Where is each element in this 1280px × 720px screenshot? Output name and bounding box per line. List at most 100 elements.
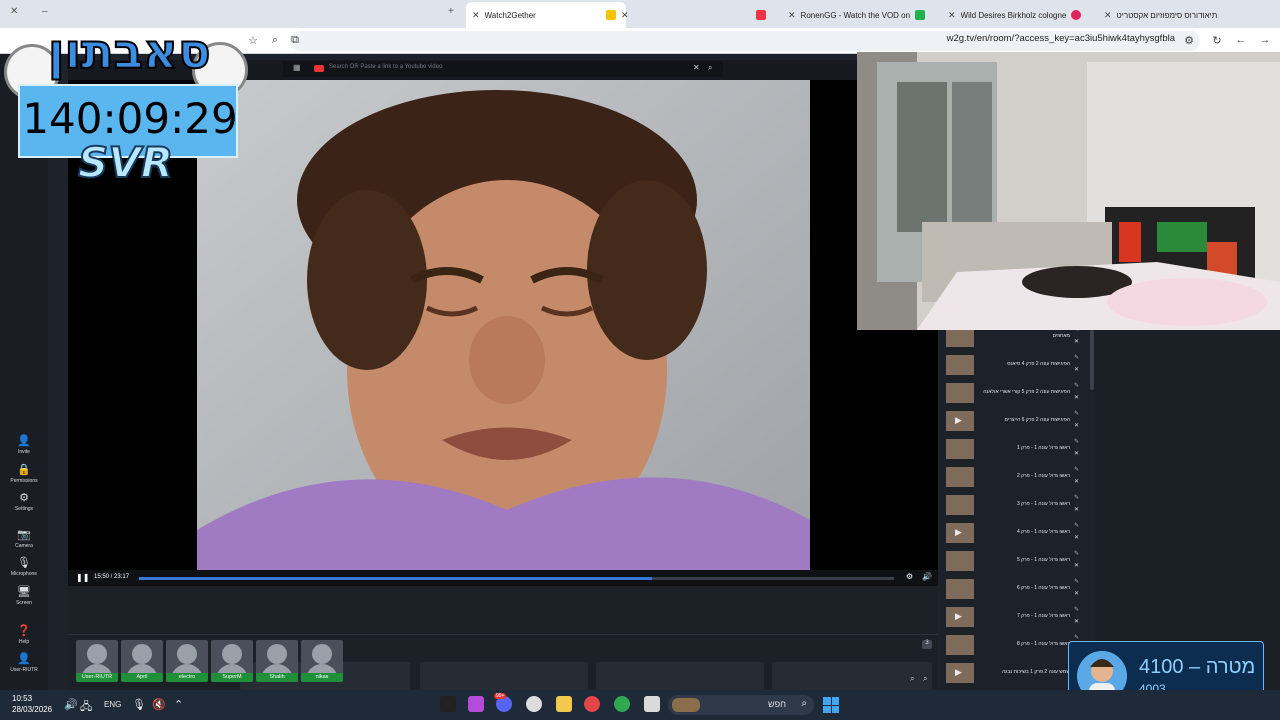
playlist-item[interactable]: ראשו גדול עונה 1 - פרק 2 ✎ ✕	[940, 464, 1090, 492]
playlist-thumbnail[interactable]	[946, 411, 974, 431]
back-icon[interactable]: ←	[1234, 34, 1248, 46]
playlist-item[interactable]: ראשו גדול עונה 1 - פרק 4 ✎ ✕	[940, 520, 1090, 548]
user-tile[interactable]: electro	[166, 640, 208, 682]
user-tile[interactable]: Shalih	[256, 640, 298, 682]
edit-icon[interactable]: ✎	[1074, 330, 1079, 333]
camera-button[interactable]: 📷 Camera	[0, 528, 48, 549]
remove-icon[interactable]: ✕	[1074, 394, 1079, 401]
clear-icon[interactable]: ✕	[693, 63, 700, 72]
playlist-item[interactable]: ראשו גדול עונה 1 - פרק 5 ✎ ✕	[940, 548, 1090, 576]
media-player-icon[interactable]	[526, 696, 542, 712]
site-settings-icon[interactable]: ⚙	[1182, 34, 1196, 47]
playlist-thumbnail[interactable]	[946, 579, 974, 599]
edit-icon[interactable]: ✎	[1074, 382, 1079, 389]
edit-icon[interactable]: ✎	[1074, 578, 1079, 585]
video-frame[interactable]	[197, 80, 810, 570]
taskbar-app-icon[interactable]	[468, 696, 484, 712]
chrome-icon[interactable]	[614, 696, 630, 712]
remove-icon[interactable]: ✕	[1074, 478, 1079, 485]
edit-icon[interactable]: ✎	[1074, 354, 1079, 361]
edit-icon[interactable]: ✎	[1074, 410, 1079, 417]
url-text[interactable]: w2g.tv/en/room/?access_key=ac3iu5hiwk4ta…	[947, 33, 1175, 44]
tab-close-icon[interactable]: ✕	[1104, 10, 1112, 21]
user-tile[interactable]: SuperM	[211, 640, 253, 682]
playlist-item[interactable]: מאחוזים ✎ ✕	[940, 330, 1090, 352]
forward-icon[interactable]: →	[1258, 34, 1272, 46]
video-search-input[interactable]: ▦ Search OR Paste a link to a Youtube vi…	[283, 61, 723, 77]
playlist-item[interactable]: הפיגישות עונה 2 פרק 4 סיאנס ✎ ✕	[940, 352, 1090, 380]
remove-icon[interactable]: ✕	[1074, 338, 1079, 345]
star-icon[interactable]: ☆	[246, 34, 260, 47]
video-slot[interactable]	[596, 662, 764, 690]
edit-icon[interactable]: ✎	[1074, 438, 1079, 445]
windows-start-icon[interactable]	[823, 697, 839, 713]
remove-icon[interactable]: ✕	[1074, 618, 1079, 625]
tab-w[interactable]: ✕	[600, 4, 640, 26]
tab-close-icon[interactable]: ✕	[621, 10, 629, 21]
settings-button[interactable]: ⚙ Settings	[0, 491, 48, 512]
user-tile[interactable]: User-RIUTR	[76, 640, 118, 682]
pause-icon[interactable]: ❚❚	[76, 573, 89, 582]
playlist-thumbnail[interactable]	[946, 523, 974, 543]
zoom-in-icon[interactable]: ⌕	[910, 674, 914, 684]
tab-wild-desires[interactable]: ✕ Wild Desires Birkholz cologne	[942, 4, 1094, 26]
invite-button[interactable]: 👤 Invite	[0, 434, 48, 455]
grid-icon[interactable]: ▦	[293, 63, 301, 72]
search-icon[interactable]: ⌕	[708, 63, 712, 73]
new-tab-icon[interactable]: +	[448, 6, 454, 17]
screen-button[interactable]: 🖥 Screen	[0, 585, 48, 606]
tab-close-icon[interactable]: ✕	[788, 10, 796, 21]
minimize-icon[interactable]: –	[42, 6, 48, 17]
chevron-up-icon[interactable]: ⌃	[174, 698, 183, 711]
playlist-thumbnail[interactable]	[946, 355, 974, 375]
playlist-thumbnail[interactable]	[946, 383, 974, 403]
remove-icon[interactable]: ✕	[1074, 534, 1079, 541]
edit-icon[interactable]: ✎	[1074, 466, 1079, 473]
playlist-item[interactable]: ראשו גדול עונה 1 - פרק 1 ✎ ✕	[940, 436, 1090, 464]
microphone-button[interactable]: 🎙 Microphone	[0, 556, 48, 577]
file-explorer-icon[interactable]	[556, 696, 572, 712]
remove-icon[interactable]: ✕	[1074, 562, 1079, 569]
tab-close-icon[interactable]: ✕	[472, 10, 480, 21]
tab-hebrew[interactable]: ✕ תיאודורוס סימפוזיום אקסטריט	[1098, 4, 1258, 26]
edit-icon[interactable]: ✎	[1074, 606, 1079, 613]
playlist-thumbnail[interactable]	[946, 607, 974, 627]
seek-bar[interactable]	[139, 577, 894, 580]
remove-icon[interactable]: ✕	[1074, 590, 1079, 597]
playlist-thumbnail[interactable]	[946, 467, 974, 487]
tab-ronengg[interactable]: ✕ RonenGG - Watch the VOD on	[782, 4, 932, 26]
remove-icon[interactable]: ✕	[1074, 506, 1079, 513]
volume-icon[interactable]: 🔊	[64, 698, 78, 711]
playlist-thumbnail[interactable]	[946, 330, 974, 347]
permissions-button[interactable]: 🔒 Permissions	[0, 463, 48, 484]
playlist-thumbnail[interactable]	[946, 551, 974, 571]
language-indicator[interactable]: ENG	[104, 700, 121, 709]
playlist-item[interactable]: ראשו גדול עונה 1 - פרק 3 ✎ ✕	[940, 492, 1090, 520]
playlist-thumbnail[interactable]	[946, 663, 974, 683]
playlist-thumbnail[interactable]	[946, 439, 974, 459]
taskbar-app-icon[interactable]	[584, 696, 600, 712]
tab-small[interactable]	[750, 4, 780, 26]
playlist-thumbnail[interactable]	[946, 495, 974, 515]
remove-icon[interactable]: ✕	[1074, 422, 1079, 429]
playlist-item[interactable]: הפיגישות עונה 2 פרק 6 הייצרים ✎ ✕	[940, 408, 1090, 436]
install-icon[interactable]: ⧉	[288, 34, 302, 47]
playlist-item[interactable]: ראשו גדול עונה 1 - פרק 6 ✎ ✕	[940, 576, 1090, 604]
microphone-icon[interactable]: 🎙	[132, 698, 146, 711]
playlist-item[interactable]: ראשו גדול עונה 1 - פרק 7 ✎ ✕	[940, 604, 1090, 632]
taskbar-app-icon[interactable]	[644, 696, 660, 712]
player-settings-icon[interactable]: ⚙	[906, 572, 913, 581]
playlist-thumbnail[interactable]	[946, 635, 974, 655]
video-slot[interactable]	[420, 662, 588, 690]
zoom-icon[interactable]: ⌕	[268, 34, 282, 47]
zoom-out-icon[interactable]: ⌕	[923, 674, 927, 684]
edit-icon[interactable]: ✎	[1074, 522, 1079, 529]
remove-icon[interactable]: ✕	[1074, 366, 1079, 373]
remove-icon[interactable]: ✕	[1074, 450, 1079, 457]
mute-icon[interactable]: 🔇	[152, 698, 166, 711]
reload-icon[interactable]: ↻	[1210, 34, 1224, 47]
taskbar-search[interactable]: חפש ⌕	[668, 695, 814, 715]
edit-icon[interactable]: ✎	[1074, 550, 1079, 557]
clock[interactable]: 10:53 28/03/2026	[12, 693, 52, 715]
user-button[interactable]: 👤 User-RIUTR	[0, 652, 48, 673]
